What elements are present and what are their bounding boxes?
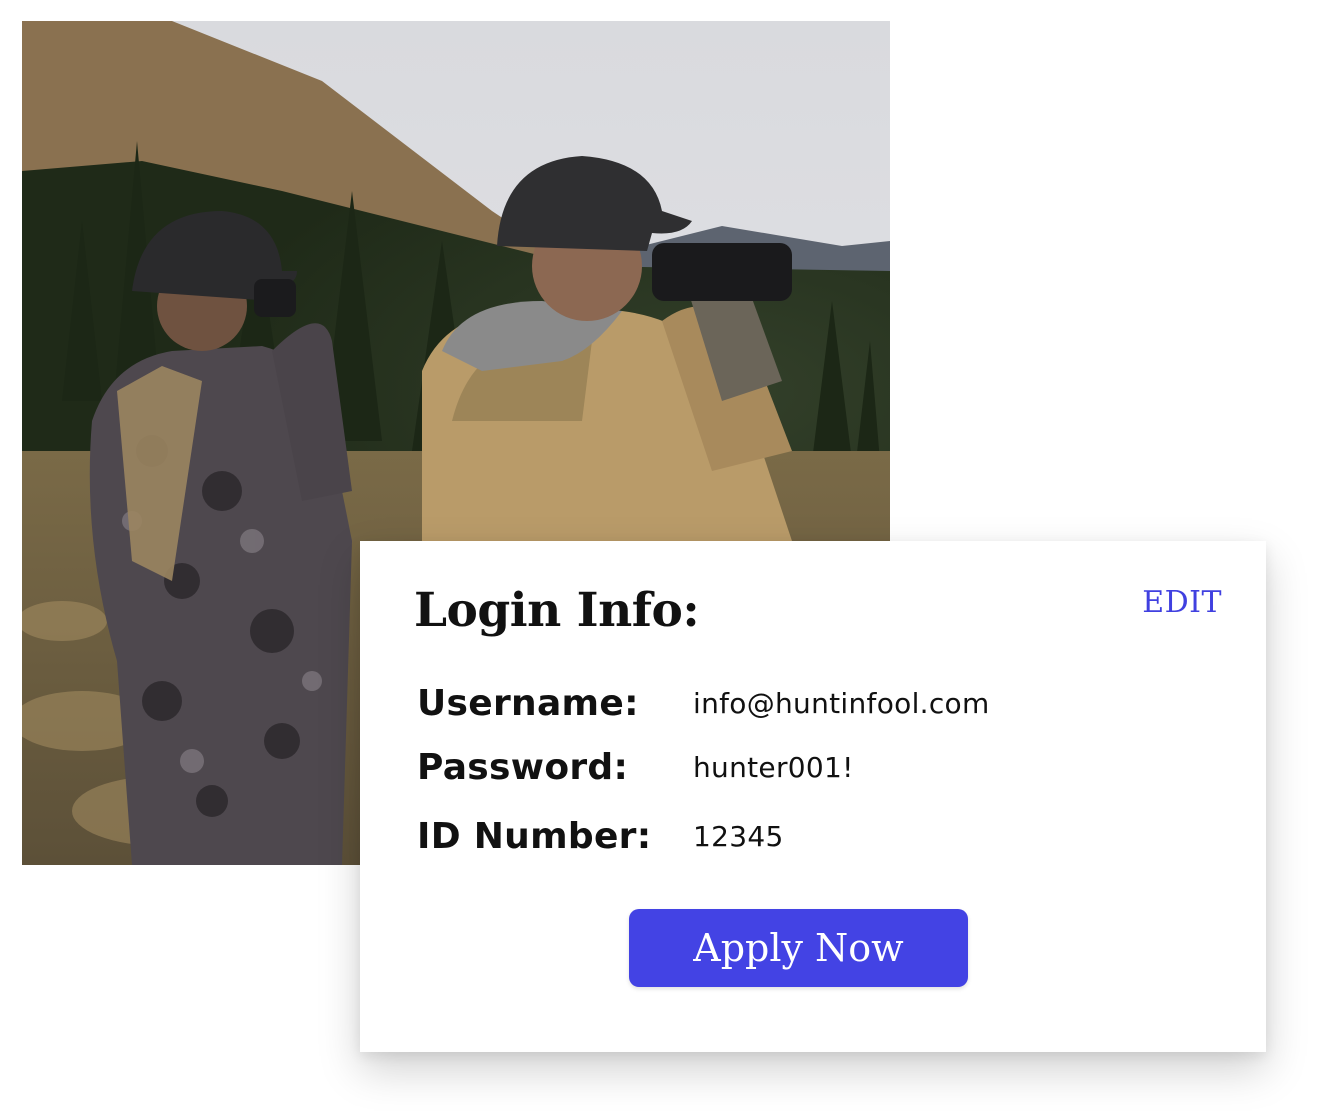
card-title: Login Info: — [414, 583, 700, 638]
login-info-card: Login Info: EDIT Username: info@huntinfo… — [360, 541, 1266, 1052]
username-value: info@huntinfool.com — [693, 686, 990, 720]
id-number-value: 12345 — [693, 819, 784, 853]
id-number-row: ID Number: 12345 — [417, 811, 784, 861]
username-row: Username: info@huntinfool.com — [417, 678, 990, 728]
id-number-label: ID Number: — [417, 815, 652, 857]
apply-now-button[interactable]: Apply Now — [629, 909, 968, 987]
password-label: Password: — [417, 746, 629, 788]
username-label: Username: — [417, 682, 639, 724]
password-row: Password: hunter001! — [417, 742, 854, 792]
password-value: hunter001! — [693, 750, 854, 784]
edit-link[interactable]: EDIT — [1142, 585, 1222, 620]
